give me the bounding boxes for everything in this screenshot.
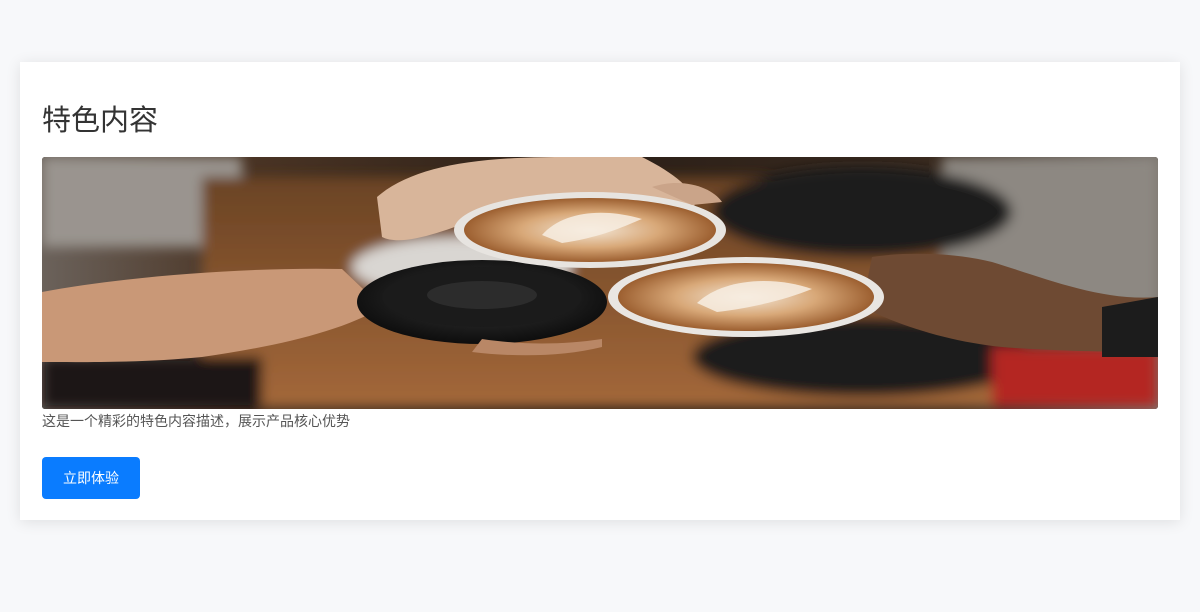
- feature-card: 特色内容 这是一个精彩的特色内容描述，展示产品核心优势 立即体验: [20, 62, 1180, 520]
- feature-image: [42, 157, 1158, 409]
- try-now-button[interactable]: 立即体验: [42, 457, 140, 499]
- card-description: 这是一个精彩的特色内容描述，展示产品核心优势: [42, 414, 350, 430]
- card-title: 特色内容: [42, 103, 159, 137]
